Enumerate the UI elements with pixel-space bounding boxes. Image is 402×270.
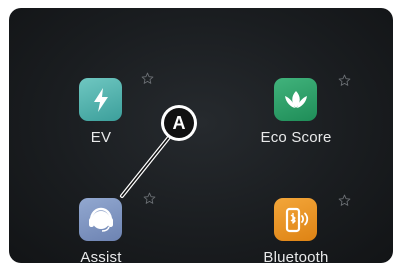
lightning-bolt-icon	[79, 78, 122, 121]
callout-letter: A	[172, 112, 186, 133]
screenshot-frame: EV Eco Score Assist Bluetooth A	[0, 0, 402, 270]
headset-icon	[79, 198, 122, 241]
callout-letter-circle: A	[164, 108, 194, 138]
app-tile-eco-score[interactable]: Eco Score	[261, 72, 371, 162]
app-label-ev: EV	[90, 129, 112, 146]
favorite-star-icon[interactable]	[338, 74, 351, 87]
favorite-star-icon[interactable]	[141, 72, 154, 85]
favorite-star-icon[interactable]	[338, 194, 351, 207]
callout-badge: A	[161, 105, 197, 141]
app-label-bluetooth: Bluetooth	[263, 249, 329, 263]
phone-audio-icon	[274, 198, 317, 241]
app-label-eco-score: Eco Score	[260, 129, 332, 146]
leaf-icon	[274, 78, 317, 121]
app-tile-assist[interactable]: Assist	[73, 192, 183, 263]
favorite-star-icon[interactable]	[143, 192, 156, 205]
app-label-assist: Assist	[80, 249, 122, 263]
app-tile-bluetooth[interactable]: Bluetooth	[261, 192, 371, 263]
app-launcher-screen: EV Eco Score Assist Bluetooth	[9, 8, 393, 263]
